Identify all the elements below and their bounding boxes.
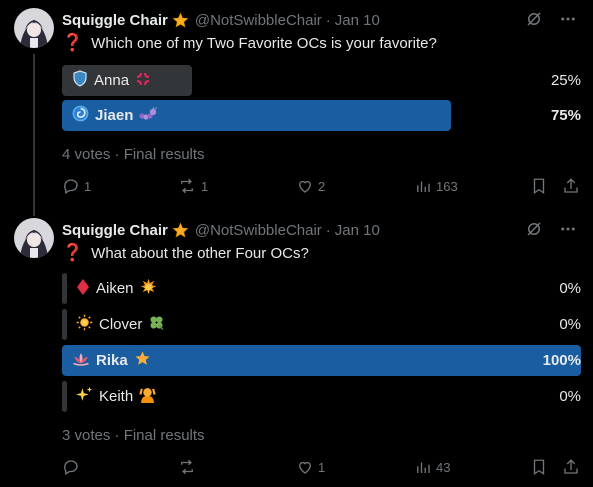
post-header: Squiggle Chair @NotSwibbleChair · Jan 10 xyxy=(62,10,380,30)
share-icon xyxy=(564,459,578,474)
avatar[interactable] xyxy=(14,8,54,48)
poll-option-rika: Rika 100% xyxy=(62,345,581,376)
poll-option-label: Jiaen xyxy=(72,100,158,131)
star-icon xyxy=(134,350,151,371)
author-handle[interactable]: @NotSwibbleChair xyxy=(195,222,322,239)
collision-icon xyxy=(140,278,157,299)
grok-icon[interactable] xyxy=(525,10,543,28)
blue-shield-icon xyxy=(72,70,88,91)
post-date[interactable]: Jan 10 xyxy=(335,222,380,239)
share-button[interactable] xyxy=(562,456,580,478)
repost-icon xyxy=(181,178,193,194)
bookmark-button[interactable] xyxy=(530,456,548,478)
red-diamond-icon xyxy=(76,278,90,300)
like-count: 1 xyxy=(318,459,326,475)
reply-button[interactable]: 1 xyxy=(62,175,91,197)
sparkles-icon xyxy=(76,386,93,407)
post-top-actions xyxy=(525,220,577,238)
lotus-icon xyxy=(72,351,90,371)
poll-option-label: Keith xyxy=(76,381,156,412)
poll-option-percent: 75% xyxy=(550,107,581,124)
views-button[interactable]: 163 xyxy=(414,175,458,197)
poll-result-bar xyxy=(62,273,67,304)
star-badge-icon xyxy=(172,12,189,29)
author-name[interactable]: Squiggle Chair xyxy=(62,222,168,239)
red-question-mark-icon: ❓ xyxy=(62,33,84,53)
person-raising-hands-icon xyxy=(139,386,156,407)
reply-button[interactable] xyxy=(62,456,84,478)
poll-post-1[interactable]: Squiggle Chair @NotSwibbleChair · Jan 10… xyxy=(0,0,593,216)
poll-result-bar xyxy=(62,381,67,412)
thread-connector-line xyxy=(33,54,35,216)
poll-option-label: Rika xyxy=(72,345,151,376)
share-icon xyxy=(564,178,578,193)
views-icon xyxy=(417,181,430,192)
bookmark-button[interactable] xyxy=(530,175,548,197)
repost-count: 1 xyxy=(201,178,209,194)
repost-icon xyxy=(181,459,193,475)
author-handle[interactable]: @NotSwibbleChair xyxy=(195,12,322,29)
share-button[interactable] xyxy=(562,175,580,197)
like-button[interactable]: 1 xyxy=(296,456,325,478)
post-header: Squiggle Chair @NotSwibbleChair · Jan 10 xyxy=(62,220,380,240)
more-options-icon[interactable] xyxy=(559,220,577,238)
grok-icon[interactable] xyxy=(525,220,543,238)
star-badge-icon xyxy=(172,222,189,239)
heart-icon xyxy=(299,180,311,193)
more-options-icon[interactable] xyxy=(559,10,577,28)
poll-option-label: Aiken xyxy=(76,273,157,304)
repost-button[interactable]: 1 xyxy=(177,175,208,197)
poll-vote-summary: 3 votes · Final results xyxy=(62,427,205,444)
poll-option-percent: 0% xyxy=(559,316,581,333)
poll-option-percent: 0% xyxy=(559,388,581,405)
post-top-actions xyxy=(525,10,577,28)
separator-dot: · xyxy=(325,221,331,239)
four-leaf-clover-icon xyxy=(148,314,165,335)
red-question-mark-icon: ❓ xyxy=(62,243,84,263)
like-count: 2 xyxy=(318,178,326,194)
poll-option-aiken: Aiken 0% xyxy=(62,273,581,304)
avatar[interactable] xyxy=(14,218,54,258)
like-button[interactable]: 2 xyxy=(296,175,325,197)
poll-option-keith: Keith 0% xyxy=(62,381,581,412)
post-action-bar: 1 1 2 163 xyxy=(62,175,581,197)
reply-icon xyxy=(64,460,78,475)
post-action-bar: 1 43 xyxy=(62,456,581,478)
poll-option-anna: Anna 25% xyxy=(62,65,581,96)
reply-count: 1 xyxy=(84,178,92,194)
poll-result-bar xyxy=(62,309,67,340)
bookmark-icon xyxy=(533,459,545,476)
poll-question: Which one of my Two Favorite OCs is your… xyxy=(91,34,437,52)
views-icon xyxy=(417,462,430,473)
poll-question: What about the other Four OCs? xyxy=(91,244,309,262)
views-count: 163 xyxy=(436,178,458,194)
reply-icon xyxy=(64,179,78,194)
poll-option-jiaen: Jiaen 75% xyxy=(62,100,581,131)
poll-option-percent: 25% xyxy=(550,72,581,89)
poll-option-clover: Clover 0% xyxy=(62,309,581,340)
author-name[interactable]: Squiggle Chair xyxy=(62,12,168,29)
poll-option-label: Anna xyxy=(72,65,151,96)
poll-option-percent: 100% xyxy=(542,352,581,369)
repost-button[interactable] xyxy=(177,456,201,478)
bookmark-icon xyxy=(533,178,545,195)
post-date[interactable]: Jan 10 xyxy=(335,12,380,29)
post-text: ❓ Which one of my Two Favorite OCs is yo… xyxy=(62,33,437,53)
post-text: ❓ What about the other Four OCs? xyxy=(62,243,309,263)
poll-post-2[interactable]: Squiggle Chair @NotSwibbleChair · Jan 10… xyxy=(0,210,593,487)
caterpillar-icon xyxy=(139,106,158,125)
views-button[interactable]: 43 xyxy=(414,456,450,478)
sun-icon xyxy=(76,314,93,335)
anger-symbol-icon xyxy=(135,71,151,91)
poll-option-percent: 0% xyxy=(559,280,581,297)
heart-icon xyxy=(299,461,311,474)
views-count: 43 xyxy=(436,459,451,475)
poll-option-label: Clover xyxy=(76,309,165,340)
poll-vote-summary: 4 votes · Final results xyxy=(62,146,205,163)
cyclone-icon xyxy=(72,105,89,126)
separator-dot: · xyxy=(325,11,331,29)
